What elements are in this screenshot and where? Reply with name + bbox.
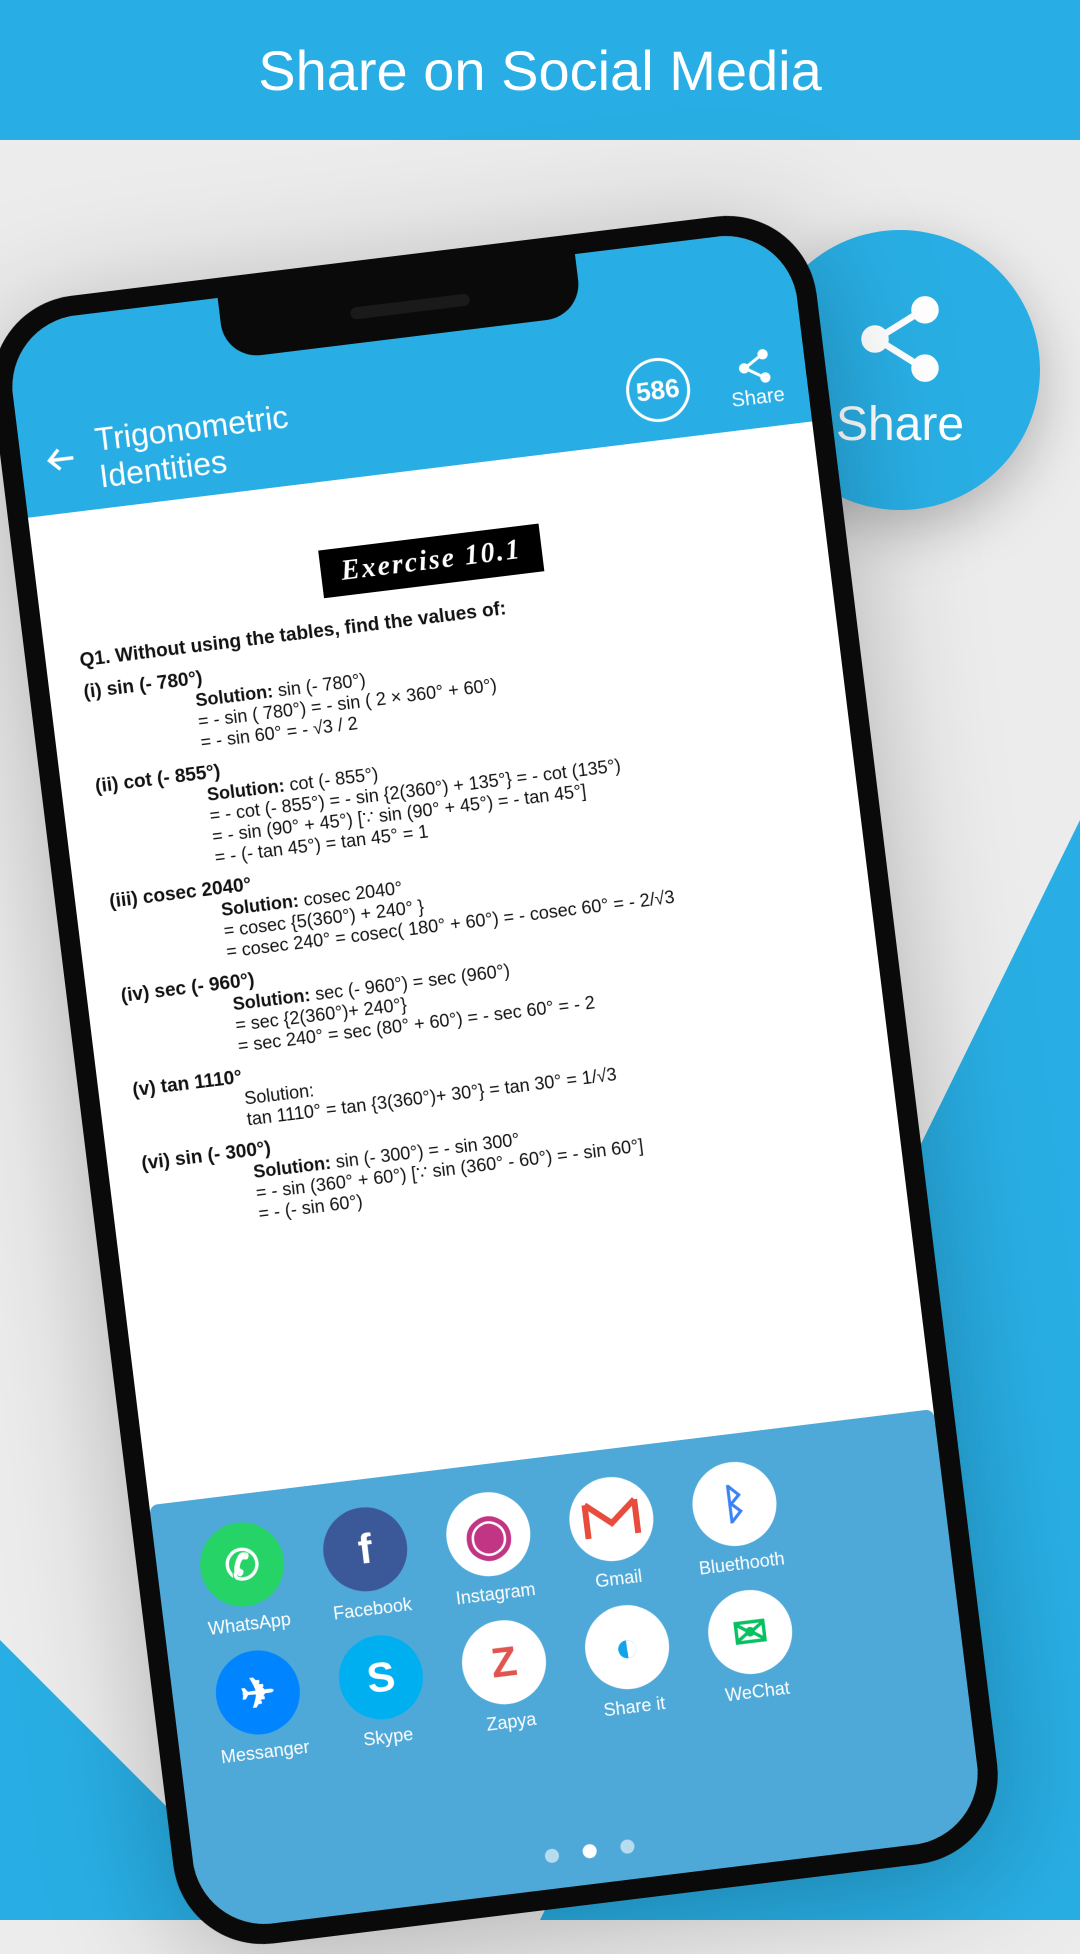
screen-title: Trigonometric Identities: [93, 399, 295, 496]
whatsapp-icon: ✆: [195, 1518, 289, 1612]
document-content[interactable]: Exercise 10.1 Q1. Without using the tabl…: [28, 421, 940, 1559]
messenger-icon: ✈: [211, 1646, 305, 1740]
share-app-zapya[interactable]: ZZapya: [457, 1615, 554, 1737]
page-indicator: [544, 1839, 635, 1864]
callout-label: Share: [836, 397, 964, 452]
back-button[interactable]: [43, 439, 82, 488]
share-app-facebook[interactable]: fFacebook: [318, 1503, 415, 1625]
share-app-messenger[interactable]: ✈Messanger: [209, 1645, 311, 1768]
share-button[interactable]: Share: [725, 343, 786, 412]
share-icon: [732, 344, 777, 389]
page-dot[interactable]: [582, 1843, 598, 1859]
page-count-badge[interactable]: 586: [622, 354, 693, 425]
skype-icon: S: [334, 1631, 428, 1725]
promo-banner: Share on Social Media: [0, 0, 1080, 140]
page-dot[interactable]: [620, 1839, 636, 1855]
gmail-icon: [565, 1472, 659, 1566]
share-app-bluetooth[interactable]: ᛒBluethooth: [687, 1457, 786, 1580]
facebook-icon: f: [318, 1503, 412, 1597]
wechat-icon: ✉: [703, 1585, 797, 1679]
share-icon: [850, 289, 950, 389]
shareit-icon: ◐: [580, 1600, 674, 1694]
share-app-instagram[interactable]: ◉Instagram: [441, 1487, 538, 1609]
promo-banner-text: Share on Social Media: [258, 38, 821, 103]
share-app-gmail[interactable]: Gmail: [565, 1472, 662, 1594]
share-app-shareit[interactable]: ◐Share it: [580, 1600, 677, 1722]
share-app-wechat[interactable]: ✉WeChat: [703, 1585, 800, 1707]
share-app-whatsapp[interactable]: ✆WhatsApp: [195, 1518, 292, 1640]
page-dot[interactable]: [544, 1848, 560, 1864]
arrow-left-icon: [43, 440, 81, 478]
exercise-title: Exercise 10.1: [318, 524, 544, 599]
bluetooth-icon: ᛒ: [688, 1457, 782, 1551]
share-app-skype[interactable]: SSkype: [334, 1631, 431, 1753]
zapya-icon: Z: [457, 1615, 551, 1709]
instagram-icon: ◉: [441, 1487, 535, 1581]
